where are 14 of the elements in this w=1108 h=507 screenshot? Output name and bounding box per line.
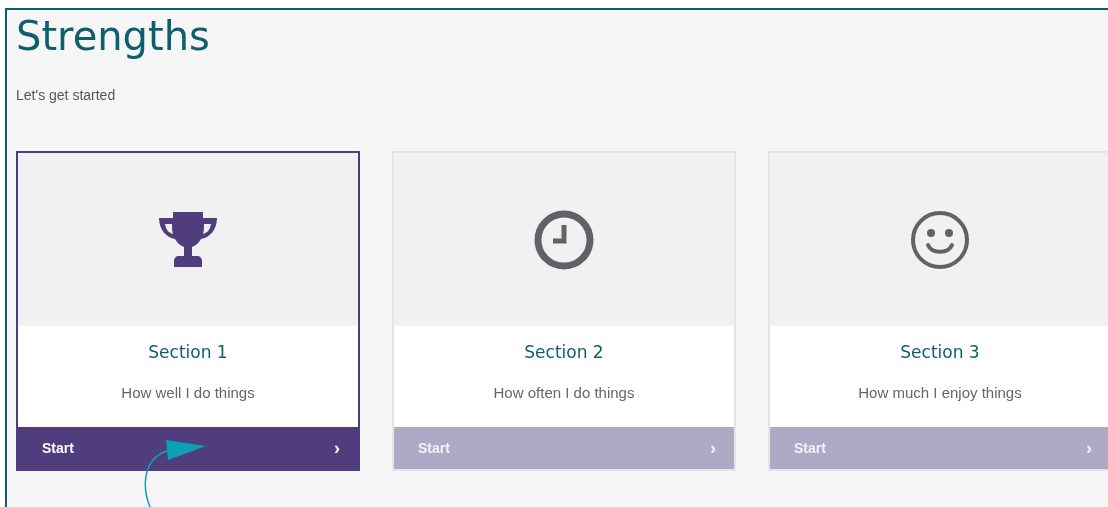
clock-icon xyxy=(533,208,595,271)
start-button[interactable]: Start › xyxy=(770,427,1108,469)
section-title: Section 1 xyxy=(148,341,228,363)
annotation-arrow xyxy=(144,440,206,507)
smiley-icon xyxy=(909,208,971,271)
section-description: How well I do things xyxy=(121,383,255,403)
section-description: How often I do things xyxy=(493,383,635,403)
section-title: Section 2 xyxy=(524,341,604,363)
page-subtitle: Let's get started xyxy=(16,87,116,103)
section-description: How much I enjoy things xyxy=(858,383,1022,403)
section-title: Section 3 xyxy=(900,341,980,363)
start-button[interactable]: Start › xyxy=(394,427,734,469)
start-button[interactable]: Start › xyxy=(18,427,358,469)
page-title: Strengths xyxy=(16,12,210,60)
